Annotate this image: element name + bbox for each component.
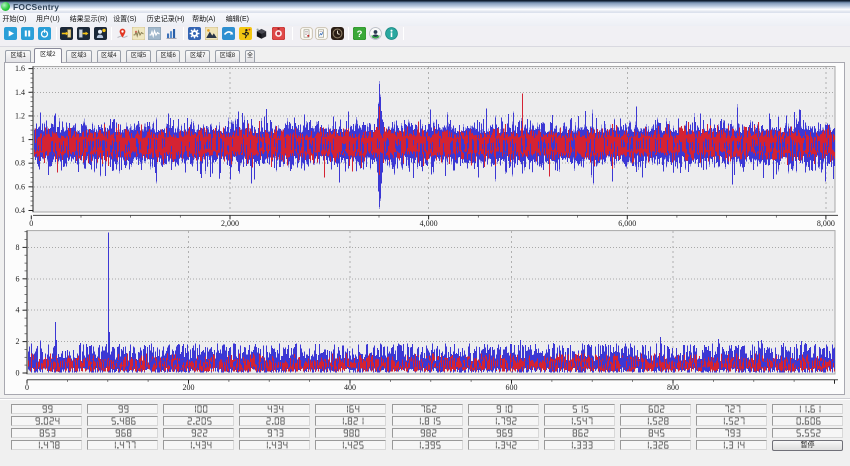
- svg-text:?: ?: [357, 29, 363, 40]
